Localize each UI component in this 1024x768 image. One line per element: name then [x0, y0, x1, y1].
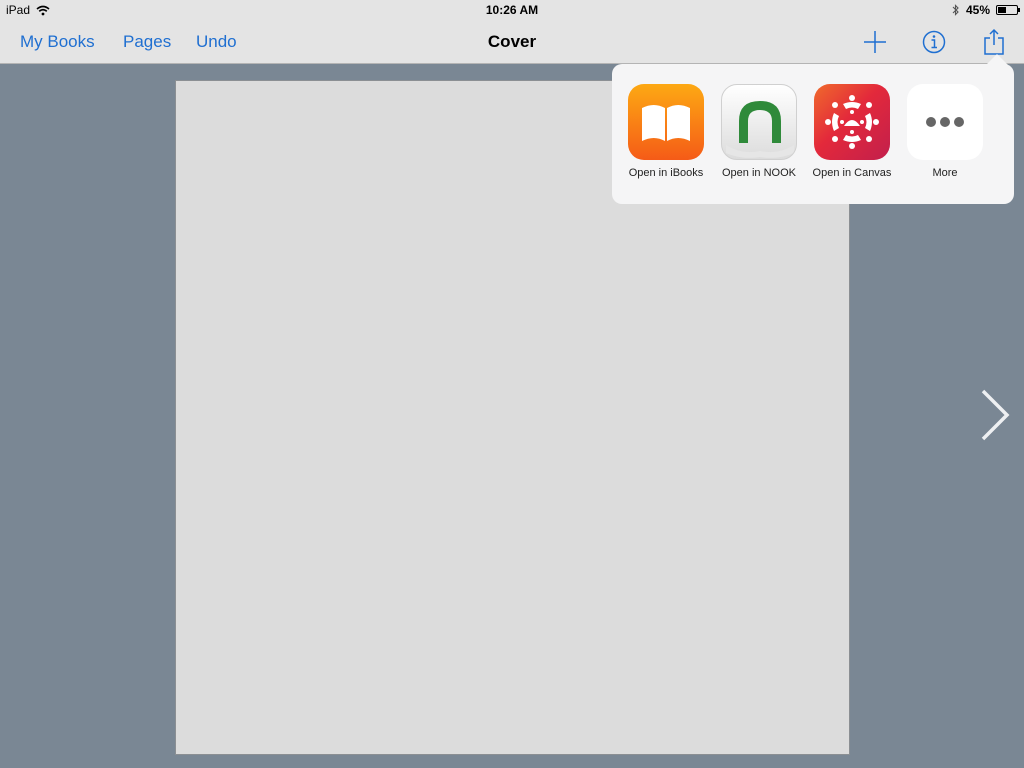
- more-button[interactable]: More: [899, 84, 991, 179]
- open-in-ibooks-button[interactable]: Open in iBooks: [620, 84, 712, 179]
- canvas-icon: [814, 84, 890, 160]
- share-item-label: More: [932, 167, 958, 179]
- share-icon[interactable]: [980, 28, 1008, 56]
- open-in-nook-button[interactable]: Open in NOOK: [713, 84, 805, 179]
- nook-icon: [721, 84, 797, 160]
- share-popover: Open in iBooks Open in NOOK Open in Canv…: [612, 64, 1014, 204]
- more-icon: [907, 84, 983, 160]
- ibooks-icon: [628, 84, 704, 160]
- nav-bar: My Books Pages Undo Cover: [0, 20, 1024, 64]
- chevron-right-icon[interactable]: [975, 385, 1015, 445]
- open-in-canvas-button[interactable]: Open in Canvas: [806, 84, 898, 179]
- battery-percent: 45%: [965, 3, 990, 17]
- battery-icon: [996, 5, 1020, 15]
- status-right: 45%: [952, 3, 1020, 17]
- share-item-label: Open in NOOK: [722, 167, 796, 179]
- status-time: 10:26 AM: [485, 3, 539, 17]
- share-item-label: Open in Canvas: [812, 167, 892, 179]
- share-item-label: Open in iBooks: [628, 167, 704, 179]
- plus-icon[interactable]: [861, 28, 889, 56]
- status-bar: iPad 10:26 AM 45%: [0, 0, 1024, 20]
- info-icon[interactable]: [920, 28, 948, 56]
- bluetooth-icon: [952, 4, 959, 16]
